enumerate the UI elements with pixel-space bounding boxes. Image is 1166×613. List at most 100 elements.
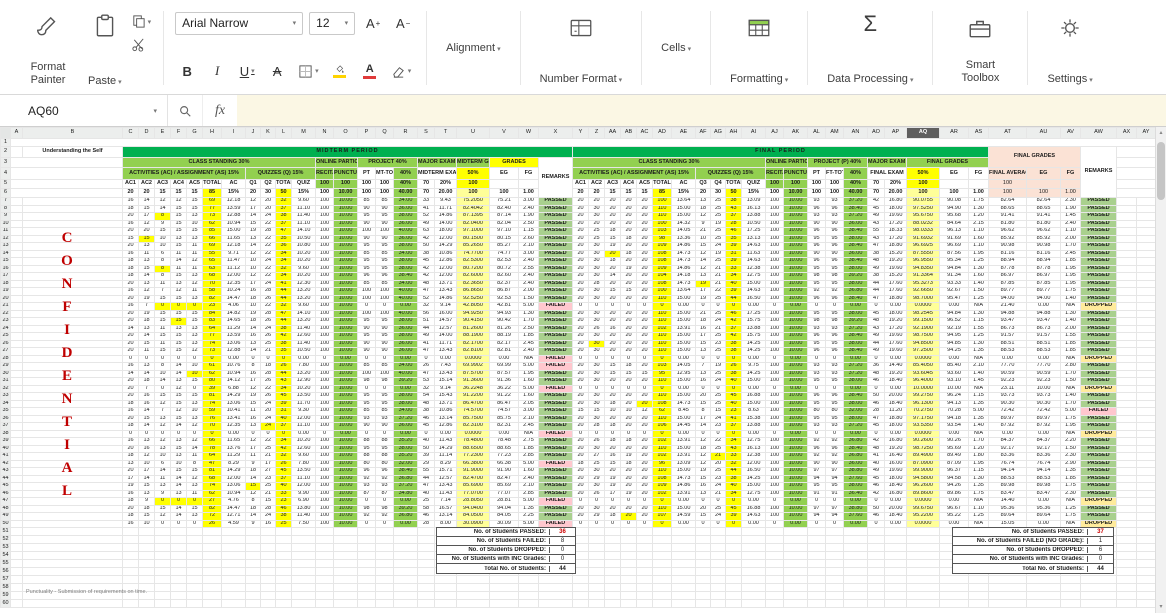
cell[interactable]: PASSED bbox=[1080, 324, 1117, 333]
cell[interactable] bbox=[10, 302, 23, 311]
cell[interactable]: 0.0000 bbox=[906, 429, 940, 438]
header-cell[interactable]: 15 bbox=[170, 188, 187, 198]
cell[interactable]: 0 bbox=[357, 429, 376, 438]
cell[interactable]: FAILED bbox=[538, 429, 573, 438]
cell[interactable]: 13.64 bbox=[671, 287, 696, 296]
cell[interactable]: 19 bbox=[710, 219, 726, 228]
cell[interactable]: 100 bbox=[765, 504, 784, 513]
cell[interactable]: 90 bbox=[807, 219, 826, 228]
row-number[interactable]: 53 bbox=[0, 543, 11, 552]
cell[interactable] bbox=[636, 583, 653, 592]
cell[interactable] bbox=[671, 567, 696, 576]
cell[interactable]: PASSED bbox=[1080, 489, 1117, 498]
cell[interactable]: 2.40 bbox=[518, 204, 539, 213]
cell[interactable]: 80.15 bbox=[489, 234, 519, 243]
cell[interactable]: 100 bbox=[375, 227, 394, 236]
cell[interactable]: 15.00 bbox=[671, 317, 696, 326]
cell[interactable]: 75.21 bbox=[489, 197, 519, 206]
cell[interactable] bbox=[671, 559, 696, 568]
cell[interactable] bbox=[22, 264, 123, 273]
cell[interactable]: 14.25 bbox=[741, 347, 766, 356]
cell[interactable]: 30 bbox=[588, 249, 605, 258]
cell[interactable] bbox=[275, 527, 292, 536]
header-cell[interactable]: REMARKS bbox=[1080, 146, 1117, 198]
cell[interactable]: 38 bbox=[417, 249, 435, 258]
cell[interactable]: 14.25 bbox=[741, 474, 766, 483]
cell[interactable]: 87.56 bbox=[939, 249, 969, 258]
cell[interactable]: 80.1500 bbox=[456, 234, 490, 243]
cell[interactable] bbox=[1116, 422, 1137, 431]
cell[interactable]: 10.00 bbox=[333, 324, 358, 333]
cell[interactable]: 96 bbox=[807, 444, 826, 453]
cell[interactable]: 92.23 bbox=[988, 377, 1027, 386]
cell[interactable]: 10.00 bbox=[783, 204, 808, 213]
cell[interactable]: 20 bbox=[588, 219, 605, 228]
cell[interactable]: 13.88 bbox=[741, 212, 766, 221]
cell[interactable]: 38.40 bbox=[843, 204, 868, 213]
cell[interactable]: 30 bbox=[588, 377, 605, 386]
cell[interactable] bbox=[357, 567, 376, 576]
cell[interactable]: 98.0333 bbox=[906, 227, 940, 236]
cell[interactable] bbox=[783, 575, 808, 584]
cell[interactable]: 1.90 bbox=[518, 212, 539, 221]
cell[interactable]: PASSED bbox=[538, 279, 573, 288]
cell[interactable]: 18 bbox=[604, 399, 621, 408]
cell[interactable] bbox=[1116, 599, 1137, 608]
cell[interactable] bbox=[825, 599, 844, 608]
cell[interactable] bbox=[357, 543, 376, 552]
cell[interactable]: 78 bbox=[202, 444, 222, 453]
cell[interactable]: 12 bbox=[245, 489, 261, 498]
column-letter[interactable]: AD bbox=[652, 127, 672, 139]
cell[interactable]: 20 bbox=[122, 384, 139, 393]
cell[interactable] bbox=[1136, 467, 1156, 476]
cell[interactable]: 85.92 bbox=[988, 234, 1027, 243]
cell[interactable]: 0 bbox=[154, 354, 171, 363]
cell[interactable]: 0 bbox=[765, 519, 784, 528]
header-cell[interactable] bbox=[518, 179, 539, 189]
cell[interactable]: 20 bbox=[122, 294, 139, 303]
cell[interactable]: N/A bbox=[968, 354, 989, 363]
cell[interactable]: 0 bbox=[154, 384, 171, 393]
cell[interactable]: 37.60 bbox=[843, 512, 868, 521]
cell[interactable]: 2.60 bbox=[518, 234, 539, 243]
cell[interactable]: 13 bbox=[186, 324, 203, 333]
cell[interactable]: 100 bbox=[375, 309, 394, 318]
cell[interactable] bbox=[604, 583, 621, 592]
cell[interactable] bbox=[245, 535, 261, 544]
cell[interactable]: 1.50 bbox=[1060, 444, 1081, 453]
cell[interactable]: 14 bbox=[154, 377, 171, 386]
cell[interactable]: 100 bbox=[765, 309, 784, 318]
cell[interactable] bbox=[170, 543, 187, 552]
cell[interactable]: N/A bbox=[1060, 302, 1081, 311]
cell[interactable]: 13.91 bbox=[671, 324, 696, 333]
cell[interactable] bbox=[588, 543, 605, 552]
cell[interactable]: 18 bbox=[604, 437, 621, 446]
header-cell[interactable]: 1.00 bbox=[1060, 188, 1081, 198]
cell[interactable]: 13 bbox=[154, 414, 171, 423]
cell[interactable]: 11.65 bbox=[221, 234, 246, 243]
cell[interactable]: 15 bbox=[138, 512, 155, 521]
cell[interactable]: 7 bbox=[138, 384, 155, 393]
cell[interactable]: 110 bbox=[652, 347, 672, 356]
cell[interactable] bbox=[10, 212, 23, 221]
cell[interactable]: 13.43 bbox=[434, 347, 457, 356]
cell[interactable] bbox=[221, 567, 246, 576]
cell[interactable]: 38.40 bbox=[843, 257, 868, 266]
cell[interactable]: 17 bbox=[695, 414, 711, 423]
cell[interactable] bbox=[375, 559, 394, 568]
cell[interactable]: 0 bbox=[710, 384, 726, 393]
cell[interactable] bbox=[10, 257, 23, 266]
cell[interactable] bbox=[417, 527, 435, 536]
column-letter[interactable]: M bbox=[291, 127, 316, 139]
header-cell[interactable] bbox=[10, 188, 123, 198]
cell[interactable]: 0 bbox=[604, 497, 621, 506]
cell[interactable] bbox=[1116, 437, 1137, 446]
cell[interactable]: 100 bbox=[315, 377, 334, 386]
cell[interactable]: 64 bbox=[202, 324, 222, 333]
cell[interactable]: 110 bbox=[652, 309, 672, 318]
cell[interactable] bbox=[1026, 583, 1061, 592]
cell[interactable]: 17 bbox=[138, 467, 155, 476]
row-number[interactable]: 10 bbox=[0, 219, 11, 228]
cell[interactable]: 1.20 bbox=[968, 444, 989, 453]
cell[interactable]: 88.94 bbox=[988, 257, 1027, 266]
